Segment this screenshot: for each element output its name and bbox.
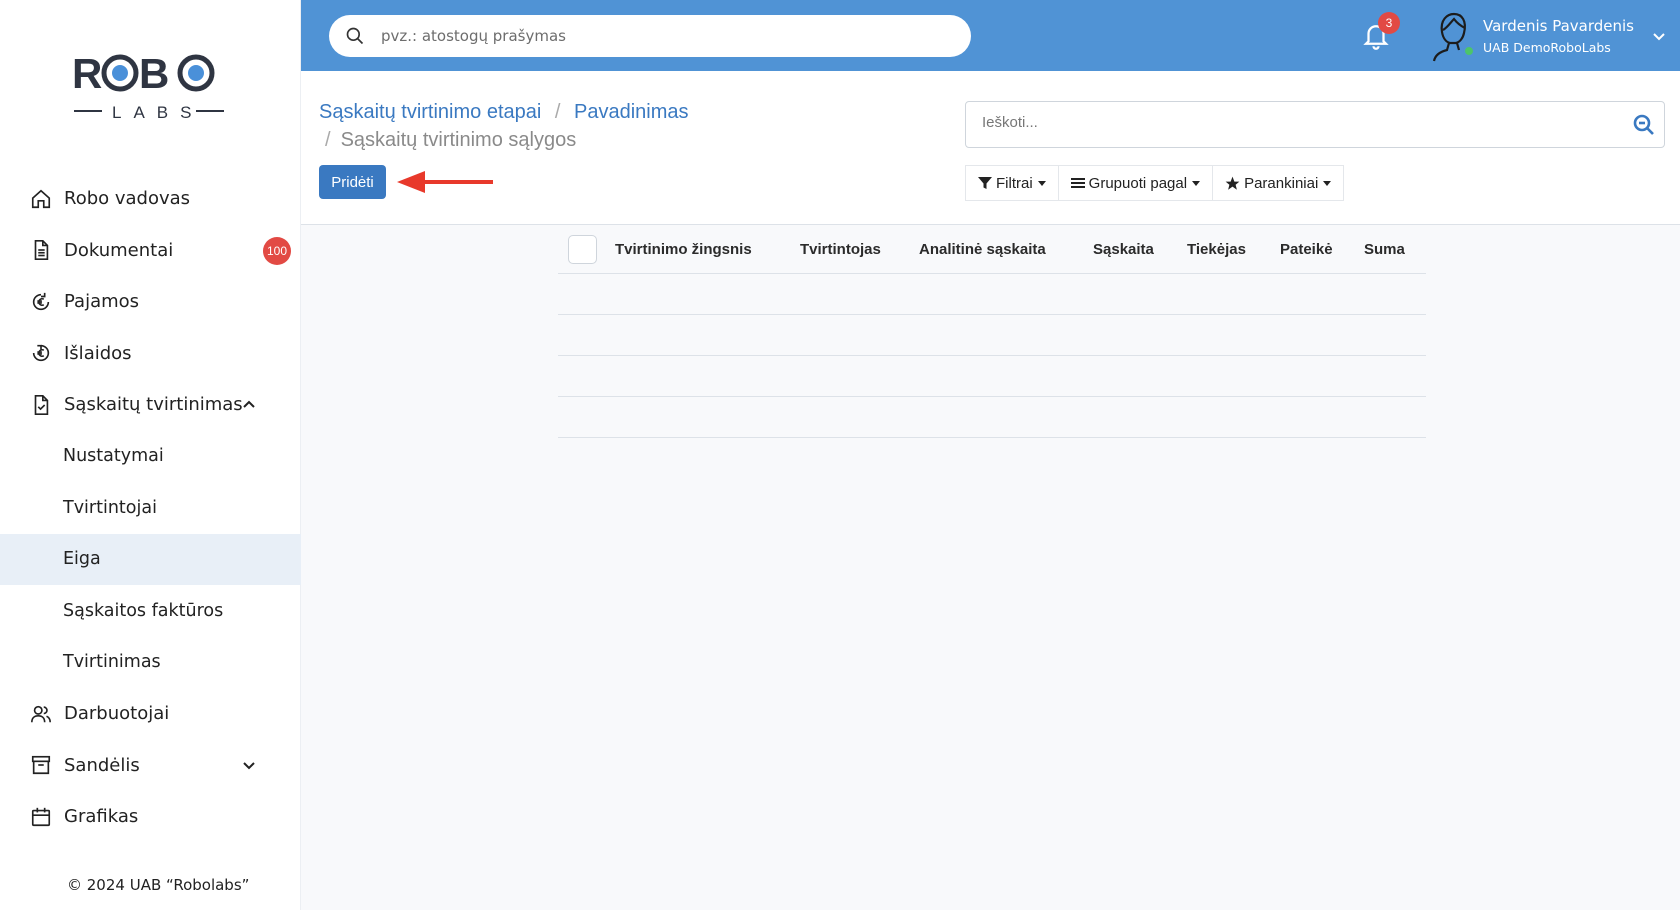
- table-row-empty: [558, 397, 1426, 438]
- search-icon[interactable]: [1632, 113, 1656, 137]
- control-panel: Sąskaitų tvirtinimo etapai / Pavadinimas…: [301, 71, 1680, 225]
- sidebar-item-label: Sandėlis: [64, 754, 140, 776]
- sidebar-item-label: Išlaidos: [64, 342, 132, 364]
- filter-icon: [978, 176, 992, 190]
- caret-down-icon: [1192, 180, 1201, 186]
- search-options: Filtrai Grupuoti pagal Parankiniai: [965, 165, 1345, 201]
- sidebar-nav: Robo vadovas Dokumentai 100 Pajamos Išla…: [0, 173, 301, 843]
- sidebar-item-label: Sąskaitų tvirtinimas: [64, 394, 243, 416]
- filters-dropdown[interactable]: Filtrai: [965, 165, 1059, 201]
- search-box: [965, 101, 1665, 148]
- sidebar-item-nustatymai[interactable]: Nustatymai: [0, 431, 301, 483]
- svg-text:R: R: [72, 50, 102, 97]
- sidebar-item-sandelis[interactable]: Sandėlis: [0, 740, 301, 792]
- column-header-tvirtintojas[interactable]: Tvirtintojas: [800, 241, 881, 258]
- search-input[interactable]: [982, 114, 1602, 131]
- bars-icon: [1070, 176, 1085, 190]
- sidebar-item-label: Grafikas: [64, 806, 139, 828]
- calendar-icon: [30, 806, 52, 828]
- sidebar: R B LABS Robo vadovas Dokumentai 100 Paj…: [0, 0, 301, 910]
- robolabs-logo[interactable]: R B LABS: [72, 48, 227, 126]
- favorites-dropdown[interactable]: Parankiniai: [1212, 165, 1345, 201]
- sidebar-item-label: Dokumentai: [64, 239, 174, 261]
- chevron-up-icon[interactable]: [241, 396, 257, 412]
- filters-label: Filtrai: [996, 174, 1033, 192]
- column-header-suma[interactable]: Suma: [1364, 241, 1405, 258]
- breadcrumb-item[interactable]: Sąskaitų tvirtinimo etapai: [319, 101, 541, 123]
- breadcrumb-item[interactable]: Pavadinimas: [574, 101, 689, 123]
- select-all-checkbox[interactable]: [568, 235, 597, 264]
- sidebar-item-label: Tvirtintojai: [63, 497, 157, 518]
- dokumentai-count-badge: 100: [263, 236, 291, 265]
- top-header: 3 Vardenis Pavardenis UAB DemoRoboLabs: [301, 0, 1680, 71]
- column-header-saskaita[interactable]: Sąskaita: [1093, 241, 1154, 258]
- document-icon: [30, 239, 52, 261]
- archive-icon: [30, 754, 52, 776]
- sidebar-item-darbuotojai[interactable]: Darbuotojai: [0, 688, 301, 740]
- caret-down-icon: [1323, 180, 1332, 186]
- sidebar-item-label: Darbuotojai: [64, 703, 170, 725]
- column-header-pateike[interactable]: Pateikė: [1280, 241, 1333, 258]
- online-status-dot: [1463, 45, 1475, 57]
- breadcrumb: Sąskaitų tvirtinimo etapai / Pavadinimas: [319, 101, 689, 124]
- user-company[interactable]: UAB DemoRoboLabs: [1483, 40, 1611, 55]
- sidebar-item-label: Robo vadovas: [64, 188, 191, 210]
- euro-income-icon: [30, 291, 52, 313]
- user-name[interactable]: Vardenis Pavardenis: [1483, 17, 1634, 35]
- favorites-label: Parankiniai: [1244, 174, 1319, 192]
- copyright-text: © 2024 UAB “Robolabs”: [67, 876, 250, 894]
- sidebar-item-label: Eiga: [63, 549, 101, 570]
- sidebar-item-robo-vadovas[interactable]: Robo vadovas: [0, 173, 301, 225]
- red-arrow-annotation: [397, 171, 493, 193]
- group-by-label: Grupuoti pagal: [1088, 174, 1188, 192]
- home-icon: [30, 188, 52, 210]
- sidebar-item-eiga[interactable]: Eiga: [0, 533, 301, 585]
- breadcrumb-separator: /: [325, 129, 331, 151]
- sidebar-item-islaidos[interactable]: Išlaidos: [0, 328, 301, 380]
- sidebar-item-tvirtinimas[interactable]: Tvirtinimas: [0, 637, 301, 689]
- sidebar-item-grafikas[interactable]: Grafikas: [0, 791, 301, 843]
- notifications-count-badge: 3: [1378, 12, 1400, 34]
- chevron-down-icon[interactable]: [241, 757, 257, 773]
- caret-down-icon: [1037, 180, 1046, 186]
- sidebar-item-label: Pajamos: [64, 291, 140, 313]
- euro-expense-icon: [30, 342, 52, 364]
- sidebar-item-label: Tvirtinimas: [63, 652, 161, 673]
- sidebar-item-dokumentai[interactable]: Dokumentai 100: [0, 225, 301, 277]
- sidebar-item-label: Nustatymai: [63, 446, 164, 467]
- table-row-empty: [558, 356, 1426, 397]
- svg-text:LABS: LABS: [112, 103, 203, 122]
- invoice-check-icon: [30, 394, 52, 416]
- sidebar-item-saskaitos-fakturos[interactable]: Sąskaitos faktūros: [0, 585, 301, 637]
- star-icon: [1225, 176, 1240, 191]
- table-row-empty: [558, 315, 1426, 356]
- column-header-tiekejas[interactable]: Tiekėjas: [1187, 241, 1246, 258]
- breadcrumb-current-label: Sąskaitų tvirtinimo sąlygos: [340, 129, 577, 151]
- data-table: Tvirtinimo žingsnis Tvirtintojas Analiti…: [558, 225, 1426, 438]
- global-search[interactable]: [329, 15, 971, 57]
- sidebar-item-pajamos[interactable]: Pajamos: [0, 276, 301, 328]
- breadcrumb-current: / Sąskaitų tvirtinimo sąlygos: [325, 129, 576, 152]
- add-button[interactable]: Pridėti: [319, 165, 386, 199]
- sidebar-item-saskaitu-tvirtinimas[interactable]: Sąskaitų tvirtinimas: [0, 379, 301, 431]
- sidebar-item-label: Sąskaitos faktūros: [63, 600, 224, 621]
- sidebar-item-tvirtintojai[interactable]: Tvirtintojai: [0, 482, 301, 534]
- column-header-analitine-saskaita[interactable]: Analitinė sąskaita: [919, 241, 1046, 258]
- global-search-input[interactable]: [381, 27, 941, 45]
- avatar[interactable]: [1429, 10, 1477, 62]
- users-icon: [30, 703, 52, 725]
- svg-text:B: B: [139, 50, 169, 97]
- table-row-empty: [558, 274, 1426, 315]
- table-header: Tvirtinimo žingsnis Tvirtintojas Analiti…: [558, 225, 1426, 274]
- group-by-dropdown[interactable]: Grupuoti pagal: [1057, 165, 1214, 201]
- breadcrumb-separator: /: [554, 101, 561, 123]
- user-menu-chevron-down-icon[interactable]: [1651, 28, 1667, 44]
- search-icon: [346, 27, 364, 45]
- column-header-tvirtinimo-zingsnis[interactable]: Tvirtinimo žingsnis: [615, 241, 752, 258]
- notifications-button[interactable]: 3: [1361, 12, 1400, 52]
